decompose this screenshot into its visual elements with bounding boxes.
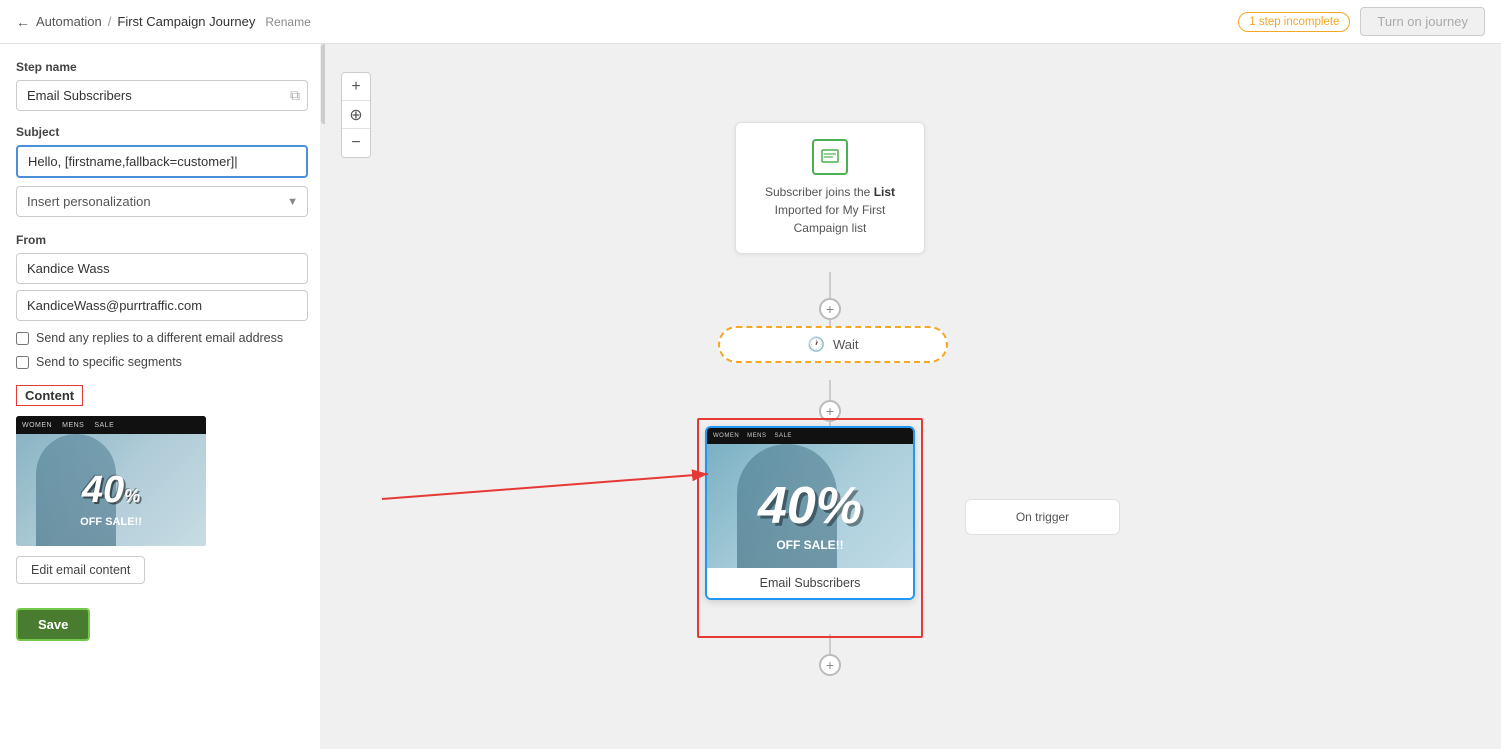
subject-label: Subject: [16, 125, 308, 139]
email-node-thumb-header: WOMEN MENS SALE: [707, 428, 913, 444]
content-label: Content: [16, 385, 83, 406]
personalization-select[interactable]: Insert personalization: [16, 186, 308, 217]
zoom-out-button[interactable]: −: [342, 129, 370, 157]
email-nav-women: WOMEN: [713, 433, 739, 439]
from-name-input[interactable]: [16, 253, 308, 284]
trigger-label: On trigger: [1016, 510, 1069, 524]
save-button[interactable]: Save: [16, 608, 90, 641]
add-circle-2[interactable]: +: [819, 400, 841, 422]
zoom-controls: + ⊕ −: [341, 72, 371, 158]
checkbox-replies[interactable]: [16, 332, 29, 345]
step-name-input[interactable]: [16, 80, 308, 111]
email-node-label: Email Subscribers: [707, 568, 913, 598]
from-email-input[interactable]: [16, 290, 308, 321]
header-right: 1 step incomplete Turn on journey: [1238, 7, 1485, 36]
email-node-thumb-body: 40% OFF SALE!!: [707, 444, 913, 568]
step-name-wrapper: ⧉: [16, 80, 308, 111]
left-panel: Step name ⧉ Subject Insert personalizati…: [0, 44, 325, 749]
breadcrumb-separator: /: [108, 14, 112, 29]
email-node-promo: 40%: [758, 480, 862, 532]
app-header: ← Automation / First Campaign Journey Re…: [0, 0, 1501, 44]
subscriber-node[interactable]: Subscriber joins the List Imported for M…: [735, 122, 925, 254]
step-name-label: Step name: [16, 60, 308, 74]
thumb-nav-sale: SALE: [94, 422, 114, 429]
checkbox-segments[interactable]: [16, 356, 29, 369]
content-section: Content WOMEN MENS SALE 40% OFF SALE!! E…: [16, 369, 308, 584]
journey-name: First Campaign Journey: [117, 14, 255, 29]
email-thumbnail-small: WOMEN MENS SALE 40% OFF SALE!!: [16, 416, 206, 546]
email-nav-sale: SALE: [775, 433, 792, 439]
zoom-in-button[interactable]: +: [342, 73, 370, 101]
automation-breadcrumb[interactable]: Automation: [36, 14, 102, 29]
zoom-move-button[interactable]: ⊕: [342, 101, 370, 129]
checkbox-segments-label: Send to specific segments: [36, 355, 182, 369]
subscriber-text: Subscriber joins the List Imported for M…: [748, 183, 912, 237]
checkbox-replies-label: Send any replies to a different email ad…: [36, 331, 283, 345]
thumb-nav-mens: MENS: [62, 422, 84, 429]
header-left: ← Automation / First Campaign Journey Re…: [16, 14, 311, 30]
email-nav-mens: MENS: [747, 433, 766, 439]
subject-input[interactable]: [16, 145, 308, 178]
subscriber-icon: [812, 139, 848, 175]
turn-on-button[interactable]: Turn on journey: [1360, 7, 1485, 36]
trigger-node[interactable]: On trigger: [965, 499, 1120, 535]
from-label: From: [16, 233, 308, 247]
copy-icon: ⧉: [290, 87, 300, 104]
thumb-header: WOMEN MENS SALE: [16, 416, 206, 434]
back-button[interactable]: ←: [16, 14, 30, 30]
checkbox-segments-row: Send to specific segments: [16, 355, 308, 369]
edit-email-button[interactable]: Edit email content: [16, 556, 145, 584]
thumb-promo-text: 40%: [82, 471, 140, 509]
checkbox-replies-row: Send any replies to a different email ad…: [16, 331, 308, 345]
add-icon-1: +: [826, 301, 834, 317]
email-node-thumbnail: WOMEN MENS SALE 40% OFF SALE!!: [707, 428, 913, 568]
email-step-node[interactable]: WOMEN MENS SALE 40% OFF SALE!! Email Sub…: [705, 426, 915, 600]
canvas-content: + ⊕ − Subscriber joins the List Imported…: [325, 44, 1501, 749]
thumb-off-text: OFF SALE!!: [80, 516, 142, 528]
rename-button[interactable]: Rename: [265, 15, 310, 29]
wait-clock-icon: 🕐: [808, 336, 825, 353]
incomplete-badge: 1 step incomplete: [1238, 12, 1350, 32]
add-icon-2: +: [826, 403, 834, 419]
wait-node[interactable]: 🕐 Wait: [718, 326, 948, 363]
thumb-nav-women: WOMEN: [22, 422, 52, 429]
add-circle-3[interactable]: +: [819, 654, 841, 676]
thumb-body: 40% OFF SALE!!: [16, 434, 206, 546]
email-node-off-text: OFF SALE!!: [776, 538, 843, 552]
personalization-select-wrapper: Insert personalization ▼: [16, 186, 308, 217]
wait-label: Wait: [833, 337, 859, 352]
personalization-wrapper: Insert personalization ▼: [16, 186, 308, 217]
add-icon-3: +: [826, 657, 834, 673]
add-circle-1[interactable]: +: [819, 298, 841, 320]
main-canvas: + ⊕ − Subscriber joins the List Imported…: [325, 44, 1501, 749]
